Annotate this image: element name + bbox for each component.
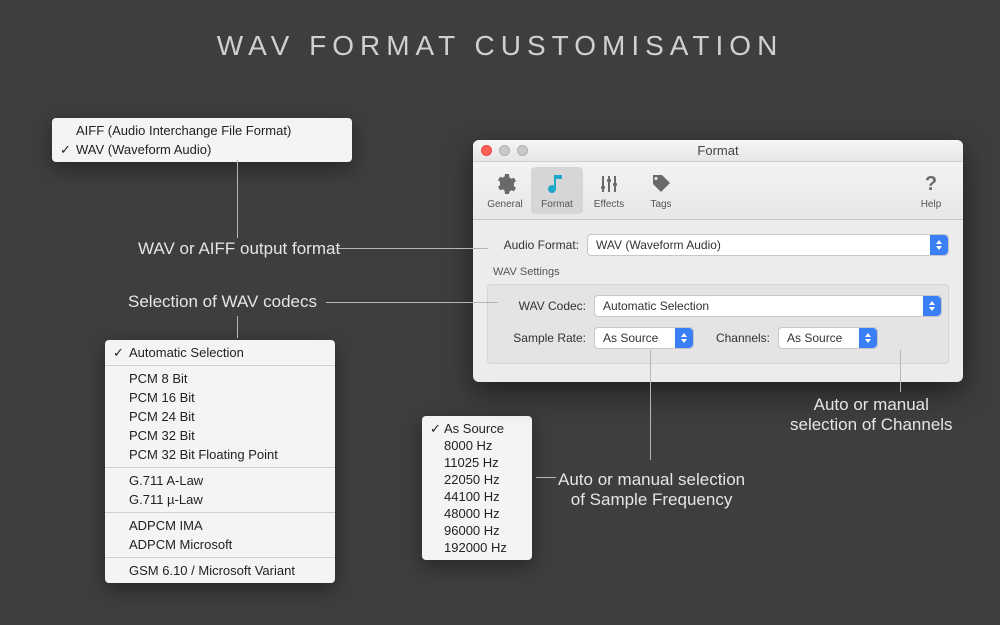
samplerate-dropdown-menu[interactable]: As Source 8000 Hz 11025 Hz 22050 Hz 4410… [422,416,532,560]
menu-item-96000[interactable]: 96000 Hz [422,522,532,539]
menu-item-pcm8[interactable]: PCM 8 Bit [105,369,335,388]
select-value: As Source [603,331,658,345]
menu-item-auto[interactable]: Automatic Selection [105,343,335,362]
menu-item-aiff[interactable]: AIFF (Audio Interchange File Format) [52,121,352,140]
format-window: Format General Format Effects Tags [473,140,963,382]
codec-dropdown-menu[interactable]: Automatic Selection PCM 8 Bit PCM 16 Bit… [105,340,335,583]
annotation-channels: Auto or manual selection of Channels [790,395,953,435]
window-title: Format [473,143,963,158]
channels-select[interactable]: As Source [778,327,878,349]
chevron-updown-icon [923,296,941,316]
music-note-icon [531,171,583,197]
tab-label: General [479,199,531,210]
menu-item-48000[interactable]: 48000 Hz [422,505,532,522]
chevron-updown-icon [675,328,693,348]
select-value: As Source [787,331,842,345]
tab-format[interactable]: Format [531,167,583,214]
toolbar: General Format Effects Tags ? Help [473,162,963,220]
help-button[interactable]: ? Help [905,167,957,214]
tab-effects[interactable]: Effects [583,167,635,214]
annotation-sample: Auto or manual selection of Sample Frequ… [558,470,745,510]
sliders-icon [583,171,635,197]
menu-item-pcm32[interactable]: PCM 32 Bit [105,426,335,445]
menu-item-pcm32f[interactable]: PCM 32 Bit Floating Point [105,445,335,464]
page-title: WAV FORMAT CUSTOMISATION [0,30,1000,62]
menu-item-22050[interactable]: 22050 Hz [422,471,532,488]
annotation-output-format: WAV or AIFF output format [138,239,340,259]
menu-item-adpcm-ima[interactable]: ADPCM IMA [105,516,335,535]
tag-icon [635,171,687,197]
menu-separator [105,467,335,468]
menu-item-44100[interactable]: 44100 Hz [422,488,532,505]
menu-separator [105,557,335,558]
menu-separator [105,365,335,366]
wav-settings-label: WAV Settings [493,266,949,278]
tab-label: Effects [583,199,635,210]
callout-line [650,350,651,460]
select-value: Automatic Selection [603,299,709,313]
tab-label: Format [531,199,583,210]
wav-settings-group: WAV Codec: Automatic Selection Sample Ra… [487,284,949,364]
chevron-updown-icon [859,328,877,348]
format-dropdown-menu[interactable]: AIFF (Audio Interchange File Format) WAV… [52,118,352,162]
menu-separator [105,512,335,513]
audio-format-label: Audio Format: [487,238,587,252]
callout-line [326,302,498,303]
menu-item-wav[interactable]: WAV (Waveform Audio) [52,140,352,159]
callout-line [237,160,238,238]
tab-general[interactable]: General [479,167,531,214]
help-icon: ? [905,171,957,197]
sample-rate-select[interactable]: As Source [594,327,694,349]
menu-item-pcm16[interactable]: PCM 16 Bit [105,388,335,407]
tab-label: Tags [635,199,687,210]
callout-line [900,350,901,392]
audio-format-select[interactable]: WAV (Waveform Audio) [587,234,949,256]
tab-label: Help [905,199,957,210]
wav-codec-select[interactable]: Automatic Selection [594,295,942,317]
wav-codec-label: WAV Codec: [494,299,594,313]
callout-line [536,477,556,478]
sample-rate-label: Sample Rate: [494,331,594,345]
chevron-updown-icon [930,235,948,255]
gear-icon [479,171,531,197]
menu-item-11025[interactable]: 11025 Hz [422,454,532,471]
menu-item-assource[interactable]: As Source [422,420,532,437]
window-body: Audio Format: WAV (Waveform Audio) WAV S… [473,220,963,382]
menu-item-pcm24[interactable]: PCM 24 Bit [105,407,335,426]
menu-item-g711u[interactable]: G.711 µ-Law [105,490,335,509]
menu-item-g711a[interactable]: G.711 A-Law [105,471,335,490]
select-value: WAV (Waveform Audio) [596,238,721,252]
tab-tags[interactable]: Tags [635,167,687,214]
channels-label: Channels: [708,331,778,345]
menu-item-adpcm-ms[interactable]: ADPCM Microsoft [105,535,335,554]
titlebar: Format [473,140,963,162]
svg-text:?: ? [925,173,937,195]
menu-item-192000[interactable]: 192000 Hz [422,539,532,556]
menu-item-gsm[interactable]: GSM 6.10 / Microsoft Variant [105,561,335,580]
callout-line [338,248,488,249]
annotation-codecs: Selection of WAV codecs [128,292,317,312]
menu-item-8000[interactable]: 8000 Hz [422,437,532,454]
callout-line [237,316,238,338]
